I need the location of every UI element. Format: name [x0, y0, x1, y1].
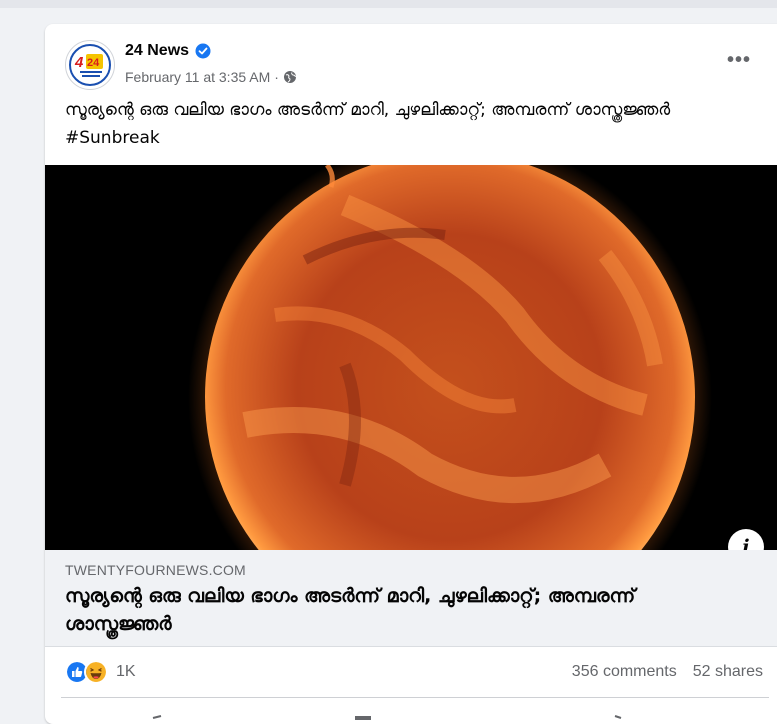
- engagement-counts: 356 comments 52 shares: [572, 663, 763, 681]
- action-bar-cutoff: [152, 715, 622, 720]
- actions-divider: [61, 697, 769, 698]
- post-card: 4 24 24 News February 11 at 3:35 AM · ••…: [45, 24, 777, 724]
- 24-news-logo: 4 24: [69, 44, 111, 86]
- post-timestamp[interactable]: February 11 at 3:35 AM: [125, 69, 270, 85]
- link-preview-footer[interactable]: TWENTYFOURNEWS.COM സൂര്യന്റെ ഒരു വലിയ ഭാ…: [45, 550, 777, 647]
- shares-count[interactable]: 52 shares: [693, 663, 763, 681]
- svg-text:24: 24: [87, 57, 100, 69]
- page-name-row: 24 News: [125, 42, 211, 60]
- svg-text:4: 4: [74, 54, 84, 71]
- reaction-count: 1K: [116, 663, 136, 680]
- sun-image: [45, 165, 777, 550]
- hashtag-link[interactable]: #Sunbreak: [65, 128, 160, 148]
- page-name[interactable]: 24 News: [125, 42, 189, 60]
- verified-badge-icon: [195, 43, 211, 59]
- more-options-button[interactable]: •••: [725, 50, 753, 76]
- link-preview-image[interactable]: [45, 165, 777, 550]
- feed-top-border: [0, 0, 777, 8]
- caption-text: സൂര്യന്റെ ഒരു വലിയ ഭാഗം അടർന്ന് മാറി, ചു…: [65, 100, 671, 120]
- post-caption: സൂര്യന്റെ ഒരു വലിയ ഭാഗം അടർന്ന് മാറി, ചു…: [65, 96, 755, 152]
- globe-icon[interactable]: [283, 70, 297, 84]
- link-title: സൂര്യന്റെ ഒരു വലിയ ഭാഗം അടർന്ന് മാറി, ചു…: [65, 585, 636, 635]
- haha-icon: [84, 660, 108, 684]
- comments-count[interactable]: 356 comments: [572, 663, 677, 681]
- meta-separator: ·: [274, 69, 279, 85]
- link-domain: TWENTYFOURNEWS.COM: [65, 562, 246, 578]
- post-meta: February 11 at 3:35 AM ·: [125, 69, 297, 85]
- page-avatar[interactable]: 4 24: [65, 40, 115, 90]
- reaction-summary[interactable]: 1K: [65, 660, 136, 684]
